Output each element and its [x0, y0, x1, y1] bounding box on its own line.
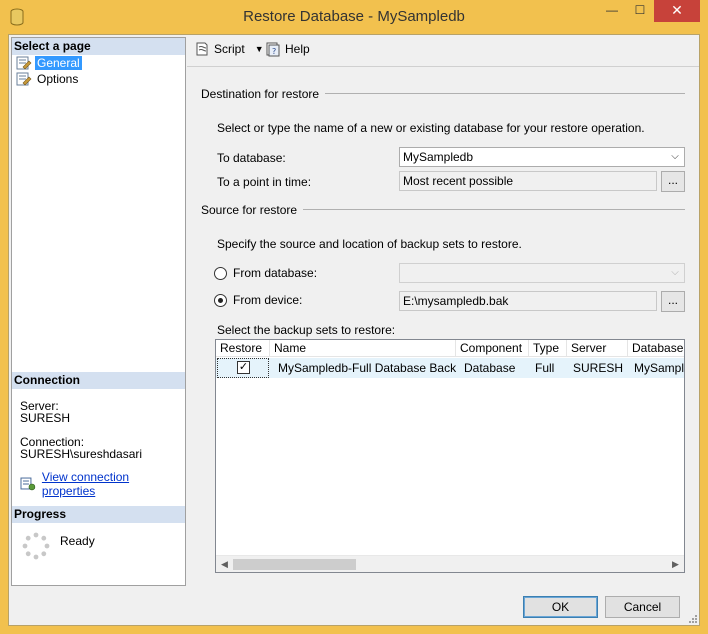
grid-header: Restore Name Component Type Server Datab…	[216, 340, 684, 357]
restore-checkbox[interactable]: ✓	[237, 361, 250, 374]
view-connection-link-text[interactable]: View connection properties	[42, 470, 185, 498]
from-device-radio[interactable]: From device:	[214, 293, 302, 307]
chevron-down-icon[interactable]: ▼	[255, 44, 264, 54]
backup-sets-label: Select the backup sets to restore:	[217, 323, 396, 337]
from-device-field: E:\mysampledb.bak	[399, 291, 657, 311]
chevron-down-icon[interactable]: ⌵	[668, 264, 682, 282]
page-item-label: General	[35, 55, 82, 70]
title-bar[interactable]: Restore Database - MySampledb — ☐ ✕	[0, 0, 708, 34]
view-connection-properties-link[interactable]: View connection properties	[20, 470, 185, 498]
cell-name: MySampledb-Full Database Backup	[278, 361, 456, 375]
from-database-combo[interactable]: ⌵	[399, 263, 685, 283]
toolbar-separator	[187, 66, 699, 67]
cell-type: Full	[535, 361, 555, 375]
point-in-time-field: Most recent possible	[399, 171, 657, 191]
chevron-down-icon[interactable]: ⌵	[668, 148, 682, 166]
from-database-label: From database:	[233, 266, 318, 280]
toolbar: Script ▼ ? Help	[187, 35, 699, 65]
ok-button[interactable]: OK	[523, 596, 598, 618]
point-in-time-browse-button[interactable]: ...	[661, 171, 685, 192]
progress-heading: Progress	[12, 506, 185, 523]
left-panel: Select a page General Options Connection…	[11, 37, 186, 586]
help-icon: ?	[266, 42, 280, 57]
script-label: Script	[214, 42, 245, 56]
column-header-name[interactable]: Name	[270, 340, 456, 356]
radio-button-from-database[interactable]	[214, 266, 227, 280]
cell-database: MySampledb	[634, 361, 684, 375]
page-wrench-icon	[16, 72, 32, 85]
connection-heading: Connection	[12, 372, 185, 389]
restore-database-window: Restore Database - MySampledb — ☐ ✕ Sele…	[0, 0, 708, 634]
column-header-server[interactable]: Server	[567, 340, 628, 356]
select-page-heading: Select a page	[12, 38, 185, 55]
column-header-database[interactable]: Database	[628, 340, 684, 356]
svg-text:?: ?	[272, 47, 276, 56]
cell-component: Database	[464, 361, 516, 375]
dialog-client-area: Select a page General Options Connection…	[8, 34, 700, 626]
source-group-title: Source for restore	[201, 203, 304, 217]
point-in-time-label: To a point in time:	[217, 175, 312, 189]
column-header-type[interactable]: Type	[529, 340, 567, 356]
horizontal-scrollbar[interactable]: ◀ ▶	[216, 555, 684, 572]
scrollbar-thumb[interactable]	[233, 559, 356, 570]
table-row[interactable]: ✓ MySampledb-Full Database Backup Databa…	[216, 358, 684, 378]
from-device-browse-button[interactable]: ...	[661, 291, 685, 312]
destination-description: Select or type the name of a new or exis…	[217, 121, 645, 135]
connection-value: SURESH\sureshdasari	[20, 447, 143, 461]
page-wrench-icon	[16, 56, 32, 69]
to-database-value: MySampledb	[403, 150, 474, 164]
radio-button-from-device[interactable]	[214, 293, 227, 307]
scroll-right-icon[interactable]: ▶	[667, 556, 684, 573]
page-item-label: Options	[37, 71, 79, 86]
properties-icon	[20, 477, 36, 491]
column-header-component[interactable]: Component	[456, 340, 529, 356]
progress-status: Ready	[60, 534, 95, 548]
help-label: Help	[285, 42, 310, 56]
page-item-general[interactable]: General	[16, 55, 82, 70]
minimize-button[interactable]: —	[598, 0, 626, 22]
to-database-combo[interactable]: MySampledb ⌵	[399, 147, 685, 167]
script-icon	[196, 42, 208, 56]
from-device-label: From device:	[233, 293, 303, 307]
from-database-radio[interactable]: From database:	[214, 266, 317, 280]
backup-sets-grid[interactable]: Restore Name Component Type Server Datab…	[215, 339, 685, 573]
cell-server: SURESH	[573, 361, 624, 375]
source-description: Specify the source and location of backu…	[217, 237, 522, 251]
cancel-button[interactable]: Cancel	[605, 596, 680, 618]
right-panel: Script ▼ ? Help Destination for restore …	[187, 35, 699, 588]
close-button[interactable]: ✕	[654, 0, 700, 22]
maximize-button[interactable]: ☐	[626, 0, 654, 22]
help-button[interactable]: ? Help	[265, 41, 310, 57]
column-header-restore[interactable]: Restore	[216, 340, 270, 356]
progress-spinner-icon	[22, 532, 50, 560]
resize-grip-icon[interactable]	[687, 613, 697, 623]
page-item-options[interactable]: Options	[16, 71, 80, 86]
to-database-label: To database:	[217, 151, 286, 165]
destination-group-title: Destination for restore	[201, 87, 326, 101]
server-value: SURESH	[20, 411, 71, 425]
scroll-left-icon[interactable]: ◀	[216, 556, 233, 573]
script-button[interactable]: Script ▼	[194, 41, 264, 57]
